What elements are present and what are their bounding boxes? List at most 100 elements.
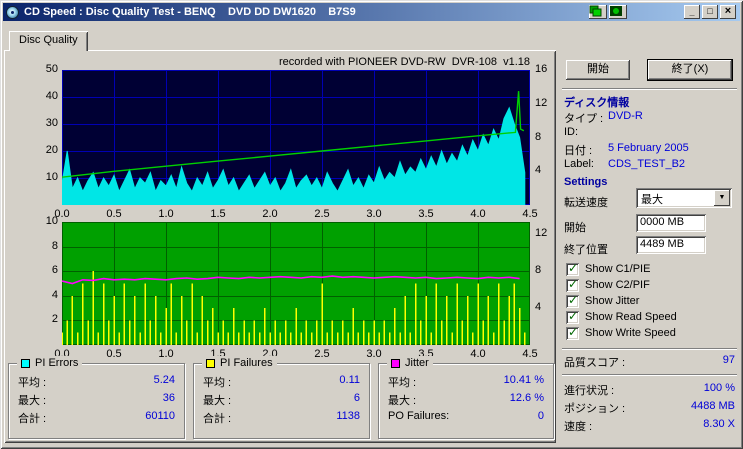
pi-errors-chart: 10203040504812160.00.51.01.52.02.53.03.5…: [62, 70, 530, 205]
avg-label: 平均 :: [203, 374, 231, 390]
axis-tick-label: 2.0: [255, 208, 285, 220]
axis-tick-label: 3.0: [359, 348, 389, 360]
disc-date-value: 5 February 2005: [608, 142, 689, 154]
axis-tick-label: 6: [24, 264, 58, 276]
checkbox-label: Show C2/PIF: [585, 279, 650, 291]
titlebar-tool-icon-1[interactable]: [589, 5, 607, 19]
axis-tick-label: 2.5: [307, 348, 337, 360]
settings-heading: Settings: [564, 176, 607, 188]
maximize-button[interactable]: □: [702, 5, 718, 19]
chevron-down-icon[interactable]: ▼: [714, 190, 730, 206]
axis-tick-label: 2.5: [307, 208, 337, 220]
tab-disc-quality[interactable]: Disc Quality: [9, 31, 88, 51]
axis-tick-label: 10: [24, 215, 58, 227]
axis-tick-label: 1.5: [203, 208, 233, 220]
axis-tick-label: 40: [24, 90, 58, 102]
disc-label-label: Label:: [564, 158, 594, 170]
speed-select-value: 最大: [641, 194, 663, 206]
close-icon: ×: [725, 5, 731, 17]
axis-tick-label: 20: [24, 144, 58, 156]
pi-errors-title: PI Errors: [35, 357, 78, 369]
axis-tick-label: 4.0: [463, 348, 493, 360]
axis-tick-label: 4.5: [515, 348, 545, 360]
checkbox-show-jitter[interactable]: ✓ Show Jitter: [566, 294, 639, 308]
start-position-label: 開始: [564, 219, 586, 235]
end-position-label: 終了位置: [564, 241, 608, 257]
axis-tick-label: 12: [535, 97, 559, 109]
pi-failures-title: PI Failures: [220, 357, 273, 369]
axis-tick-label: 8: [24, 240, 58, 252]
checkbox-show-c2-pif[interactable]: ✓ Show C2/PIF: [566, 278, 650, 292]
avg-label: 平均 :: [18, 374, 46, 390]
axis-tick-label: 0.5: [99, 348, 129, 360]
check-icon: ✓: [568, 325, 578, 339]
checkbox-label: Show Write Speed: [585, 327, 676, 339]
checkbox-icon: ✓: [566, 263, 579, 276]
checkbox-show-c1-pie[interactable]: ✓ Show C1/PIE: [566, 262, 650, 276]
max-label: 最大 :: [388, 392, 416, 408]
pi-failures-swatch: [206, 359, 215, 368]
axis-tick-label: 4.5: [515, 208, 545, 220]
speed-select[interactable]: 最大 ▼: [636, 188, 732, 208]
total-label: 合計 :: [203, 410, 231, 426]
axis-tick-label: 12: [535, 227, 559, 239]
axis-tick-label: 3.5: [411, 208, 441, 220]
axis-tick-label: 30: [24, 117, 58, 129]
checkbox-show-write-speed[interactable]: ✓ Show Write Speed: [566, 326, 676, 340]
check-icon: ✓: [568, 309, 578, 323]
disc-label-value: CDS_TEST_B2: [608, 158, 685, 170]
position-label: ポジション :: [564, 400, 625, 416]
disc-date-label: 日付 :: [564, 142, 592, 158]
checkbox-icon: ✓: [566, 327, 579, 340]
jitter-legend: Jitter: [387, 356, 433, 370]
tab-label: Disc Quality: [19, 34, 78, 46]
checkbox-icon: ✓: [566, 295, 579, 308]
start-button[interactable]: 開始: [566, 60, 630, 80]
titlebar-tool-icon-2[interactable]: [609, 5, 627, 19]
checkbox-icon: ✓: [566, 279, 579, 292]
pi-errors-legend: PI Errors: [17, 356, 82, 370]
window-title: CD Speed : Disc Quality Test - BENQ DVD …: [24, 6, 356, 18]
minimize-icon: _: [689, 6, 694, 18]
checkbox-label: Show C1/PIE: [585, 263, 650, 275]
axis-tick-label: 10: [24, 171, 58, 183]
po-failures-label: PO Failures:: [388, 410, 449, 422]
max-value: 6: [354, 392, 360, 404]
axis-tick-label: 8: [535, 131, 559, 143]
progress-value: 100 %: [704, 382, 735, 394]
max-label: 最大 :: [18, 392, 46, 408]
quality-score-label: 品質スコア :: [564, 354, 625, 370]
avg-value: 5.24: [154, 374, 175, 386]
axis-tick-label: 4: [24, 289, 58, 301]
checkbox-label: Show Read Speed: [585, 311, 677, 323]
max-label: 最大 :: [203, 392, 231, 408]
titlebar[interactable]: CD Speed : Disc Quality Test - BENQ DVD …: [3, 3, 740, 21]
maximize-icon: □: [707, 6, 712, 16]
divider: [562, 348, 737, 350]
app-icon: [6, 6, 19, 19]
close-button[interactable]: ×: [720, 5, 736, 19]
check-icon: ✓: [568, 261, 578, 275]
position-value: 4488 MB: [691, 400, 735, 412]
exit-button[interactable]: 終了(X): [648, 60, 732, 80]
checkbox-show-read-speed[interactable]: ✓ Show Read Speed: [566, 310, 677, 324]
disc-type-value: DVD-R: [608, 110, 643, 122]
disc-info-heading: ディスク情報: [564, 94, 629, 110]
po-failures-value: 0: [538, 410, 544, 422]
avg-value: 0.11: [339, 374, 360, 386]
jitter-swatch: [391, 359, 400, 368]
progress-label: 進行状況 :: [564, 382, 614, 398]
axis-tick-label: 16: [535, 63, 559, 75]
disc-type-label: タイプ :: [564, 110, 603, 126]
disc-id-label: ID:: [564, 126, 578, 138]
end-position-field[interactable]: 4489 MB: [636, 236, 706, 254]
minimize-button[interactable]: _: [684, 5, 700, 19]
checkbox-icon: ✓: [566, 311, 579, 324]
axis-tick-label: 4.0: [463, 208, 493, 220]
axis-tick-label: 1.0: [151, 348, 181, 360]
divider: [562, 88, 737, 90]
start-position-field[interactable]: 0000 MB: [636, 214, 706, 232]
axis-tick-label: 3.0: [359, 208, 389, 220]
check-icon: ✓: [568, 293, 578, 307]
axis-tick-label: 50: [24, 63, 58, 75]
